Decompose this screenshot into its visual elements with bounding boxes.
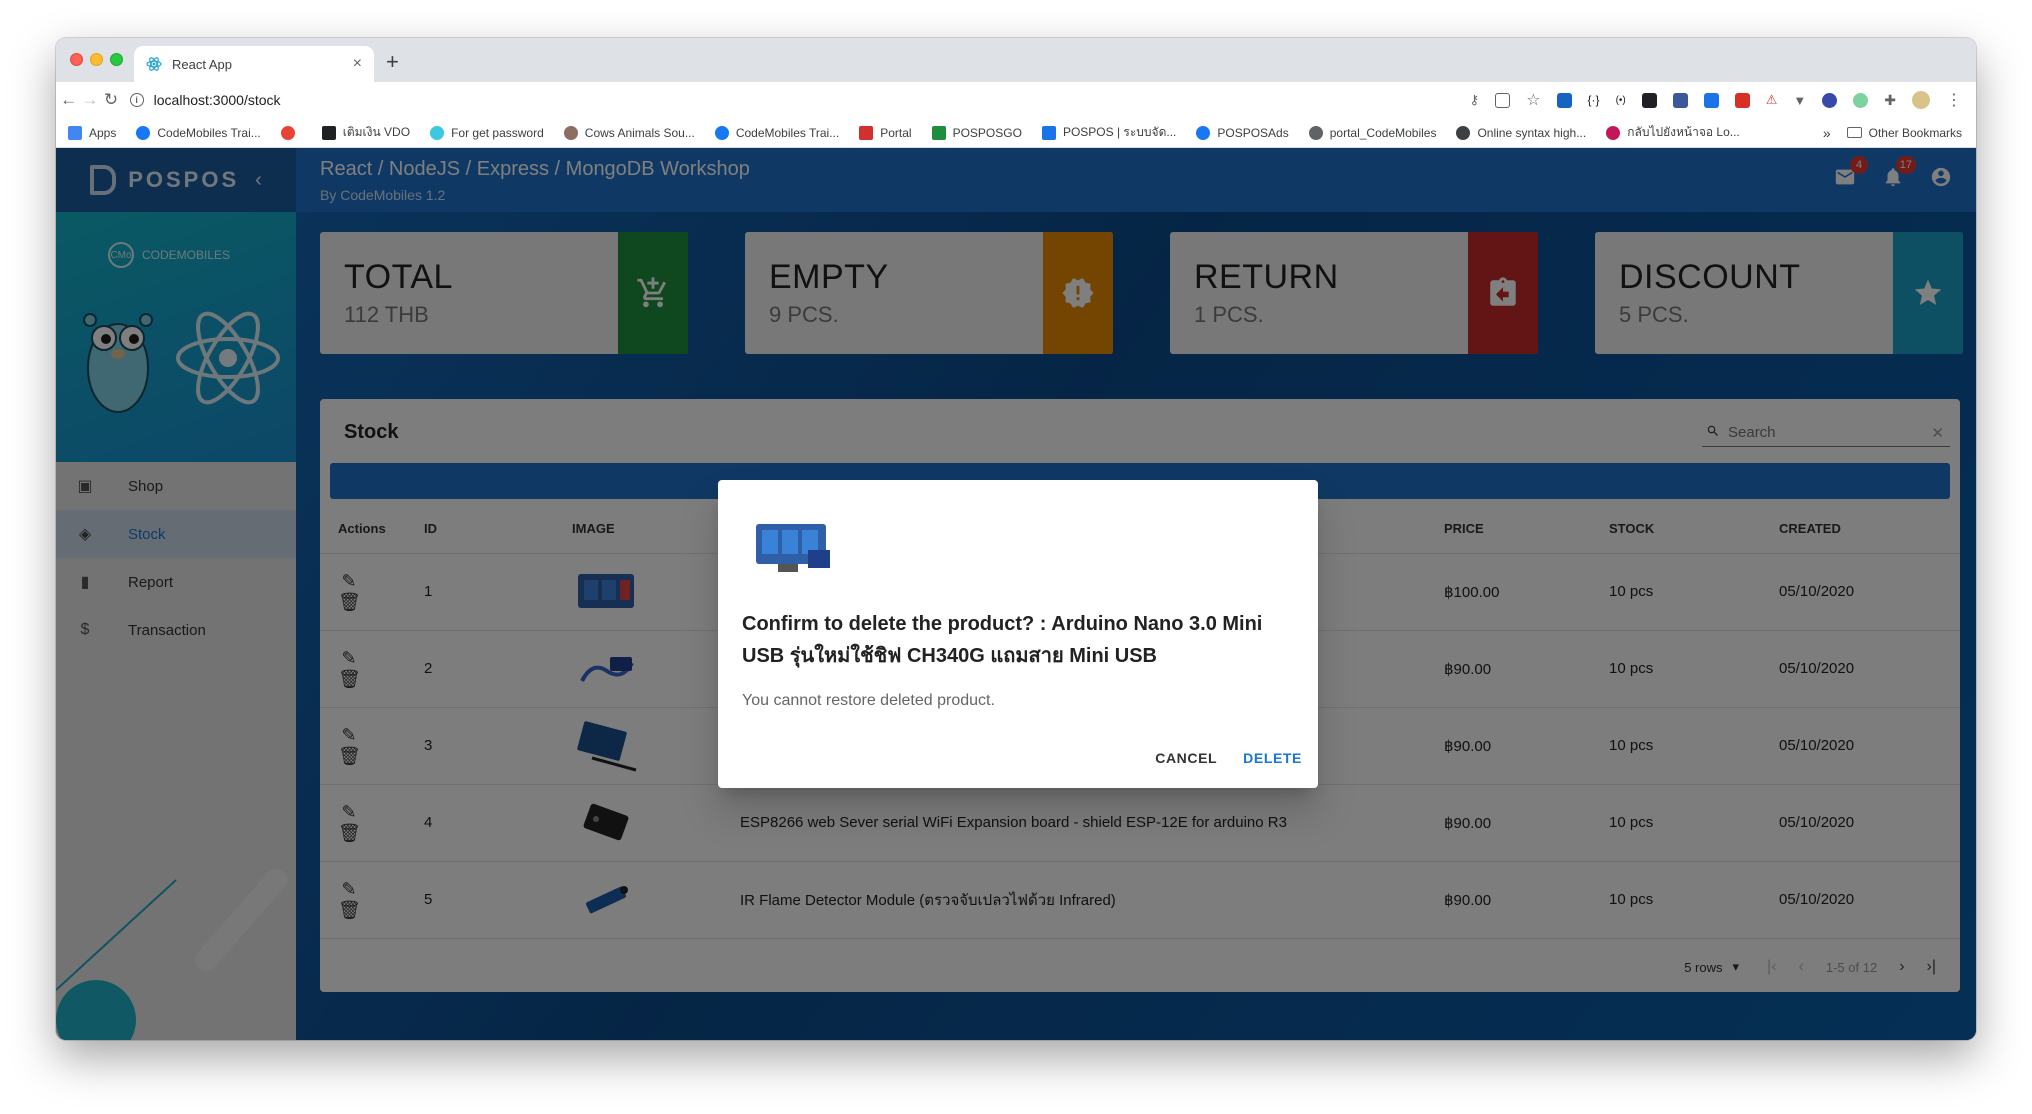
extension-alert-icon[interactable]: ⚠ (1766, 92, 1778, 108)
extension-search-icon[interactable] (1641, 92, 1657, 108)
bookmark-star-icon[interactable]: ☆ (1526, 90, 1540, 110)
bookmark-item[interactable]: POSPOSAds (1196, 125, 1289, 140)
browser-tab[interactable]: React App × (134, 46, 374, 82)
extensions-puzzle-icon[interactable]: ✚ (1884, 92, 1896, 109)
bookmark-item[interactable]: portal_CodeMobiles (1308, 125, 1437, 140)
bookmark-label: POSPOS | ระบบจัด... (1062, 125, 1177, 139)
cancel-button[interactable]: CANCEL (1155, 744, 1217, 772)
bookmarks-more-icon[interactable]: » (1823, 125, 1831, 141)
vue-devtools-icon[interactable]: ▼ (1793, 93, 1806, 108)
bookmarks-overflow: » Other Bookmarks (1823, 125, 1962, 141)
apps-grid-icon (68, 125, 82, 140)
tab-title: React App (172, 56, 232, 72)
facebook-extension-icon[interactable] (1672, 92, 1688, 108)
dialog-message: You cannot restore deleted product. (742, 692, 995, 709)
folder-icon (1846, 127, 1862, 138)
extension-blue-icon[interactable] (1556, 92, 1572, 108)
dialog-actions: CANCEL DELETE (1155, 744, 1302, 772)
bookmark-item[interactable]: CodeMobiles Trai... (714, 125, 840, 140)
extension-red-icon[interactable] (1734, 92, 1750, 108)
other-bookmarks[interactable]: Other Bookmarks (1869, 126, 1962, 140)
extension-brackets-icon[interactable]: (•) (1616, 95, 1626, 106)
login-icon (1606, 125, 1621, 140)
confirm-delete-dialog: Confirm to delete the product? : Arduino… (718, 480, 1318, 788)
bookmark-item[interactable]: Cows Animals Sou... (563, 125, 695, 140)
facebook-icon (1196, 125, 1211, 140)
browser-menu-icon[interactable]: ⋮ (1946, 90, 1962, 110)
bookmark-item[interactable]: กลับไปยังหน้าจอ Lo... (1606, 123, 1740, 142)
site-info-icon[interactable]: i (129, 93, 144, 107)
bookmark-label: Cows Animals Sou... (584, 125, 695, 140)
dialog-title: Confirm to delete the product? : Arduino… (742, 613, 1263, 667)
bookmark-label: POSPOSGO (952, 125, 1022, 140)
bookmark-label: Apps (89, 125, 117, 140)
bookmarks-bar: Apps CodeMobiles Trai... เติมเงิน VDO Fo… (56, 118, 1976, 148)
bookmark-item[interactable]: For get password (430, 125, 544, 140)
pospos-go-icon (931, 125, 946, 140)
vdo-icon (321, 125, 336, 140)
react-favicon-icon (146, 56, 162, 72)
extension-icons: ⚷ ☆ {·} (•) ⚠ ▼ ✚ ⋮ (1470, 90, 1962, 110)
close-window-button[interactable] (70, 53, 83, 66)
bookmark-label: For get password (451, 125, 544, 140)
cow-icon (563, 125, 578, 140)
bookmark-item[interactable]: Online syntax high... (1456, 125, 1587, 140)
key-icon[interactable]: ⚷ (1470, 92, 1480, 108)
bookmark-red-icon (280, 125, 295, 140)
address-bar[interactable]: i localhost:3000/stock (129, 86, 1470, 114)
bookmark-item[interactable]: POSPOS | ระบบจัด... (1041, 123, 1177, 142)
bookmark-item[interactable]: เติมเงิน VDO (321, 123, 411, 142)
globe-icon (1308, 125, 1323, 140)
dialog-product-image (756, 524, 830, 572)
url-text: localhost:3000/stock (153, 92, 281, 108)
browser-window: React App × + ← → ↻ i localhost:3000/sto… (56, 38, 1976, 1040)
forward-arrow-icon[interactable]: → (81, 90, 98, 110)
app-root: POSPOS ‹ React / NodeJS / Express / Mong… (56, 148, 1976, 1040)
bookmark-label: เติมเงิน VDO (342, 125, 411, 139)
profile-avatar-icon[interactable] (1912, 91, 1930, 109)
reload-icon[interactable]: ↻ (102, 90, 119, 110)
delete-button[interactable]: DELETE (1243, 744, 1302, 772)
json-extension-icon[interactable]: {·} (1588, 93, 1600, 107)
browser-titlebar: React App × + (56, 38, 1976, 82)
tab-close-icon[interactable]: × (353, 55, 362, 73)
extension-arrow-icon[interactable] (1703, 92, 1719, 108)
bookmark-item[interactable] (280, 125, 302, 140)
key-bookmark-icon (430, 125, 445, 140)
pospos-icon (1041, 125, 1056, 140)
bookmark-label: CodeMobiles Trai... (157, 125, 261, 140)
maximize-window-button[interactable] (110, 53, 123, 66)
bookmark-item[interactable]: CodeMobiles Trai... (136, 125, 261, 140)
facebook-icon (136, 125, 151, 140)
bookmark-item[interactable]: Apps (68, 125, 117, 140)
bookmark-label: CodeMobiles Trai... (735, 125, 840, 140)
translate-icon[interactable] (1495, 92, 1511, 108)
bookmark-item[interactable]: POSPOSGO (931, 125, 1022, 140)
bookmark-item[interactable]: Portal (859, 125, 912, 140)
facebook-icon (714, 125, 729, 140)
minimize-window-button[interactable] (90, 53, 103, 66)
bookmark-label: POSPOSAds (1217, 125, 1289, 140)
bookmark-label: Online syntax high... (1477, 125, 1587, 140)
back-arrow-icon[interactable]: ← (60, 90, 77, 110)
new-tab-button[interactable]: + (386, 50, 399, 74)
bookmark-label: portal_CodeMobiles (1329, 125, 1437, 140)
extension-green-icon[interactable] (1853, 92, 1869, 108)
portal-icon (859, 125, 874, 140)
browser-toolbar: ← → ↻ i localhost:3000/stock ⚷ ☆ {·} (•)… (56, 82, 1976, 118)
syntax-icon (1456, 125, 1471, 140)
bookmark-label: Portal (880, 125, 912, 140)
extension-badge-icon[interactable] (1822, 92, 1838, 108)
bookmark-label: กลับไปยังหน้าจอ Lo... (1627, 125, 1740, 139)
